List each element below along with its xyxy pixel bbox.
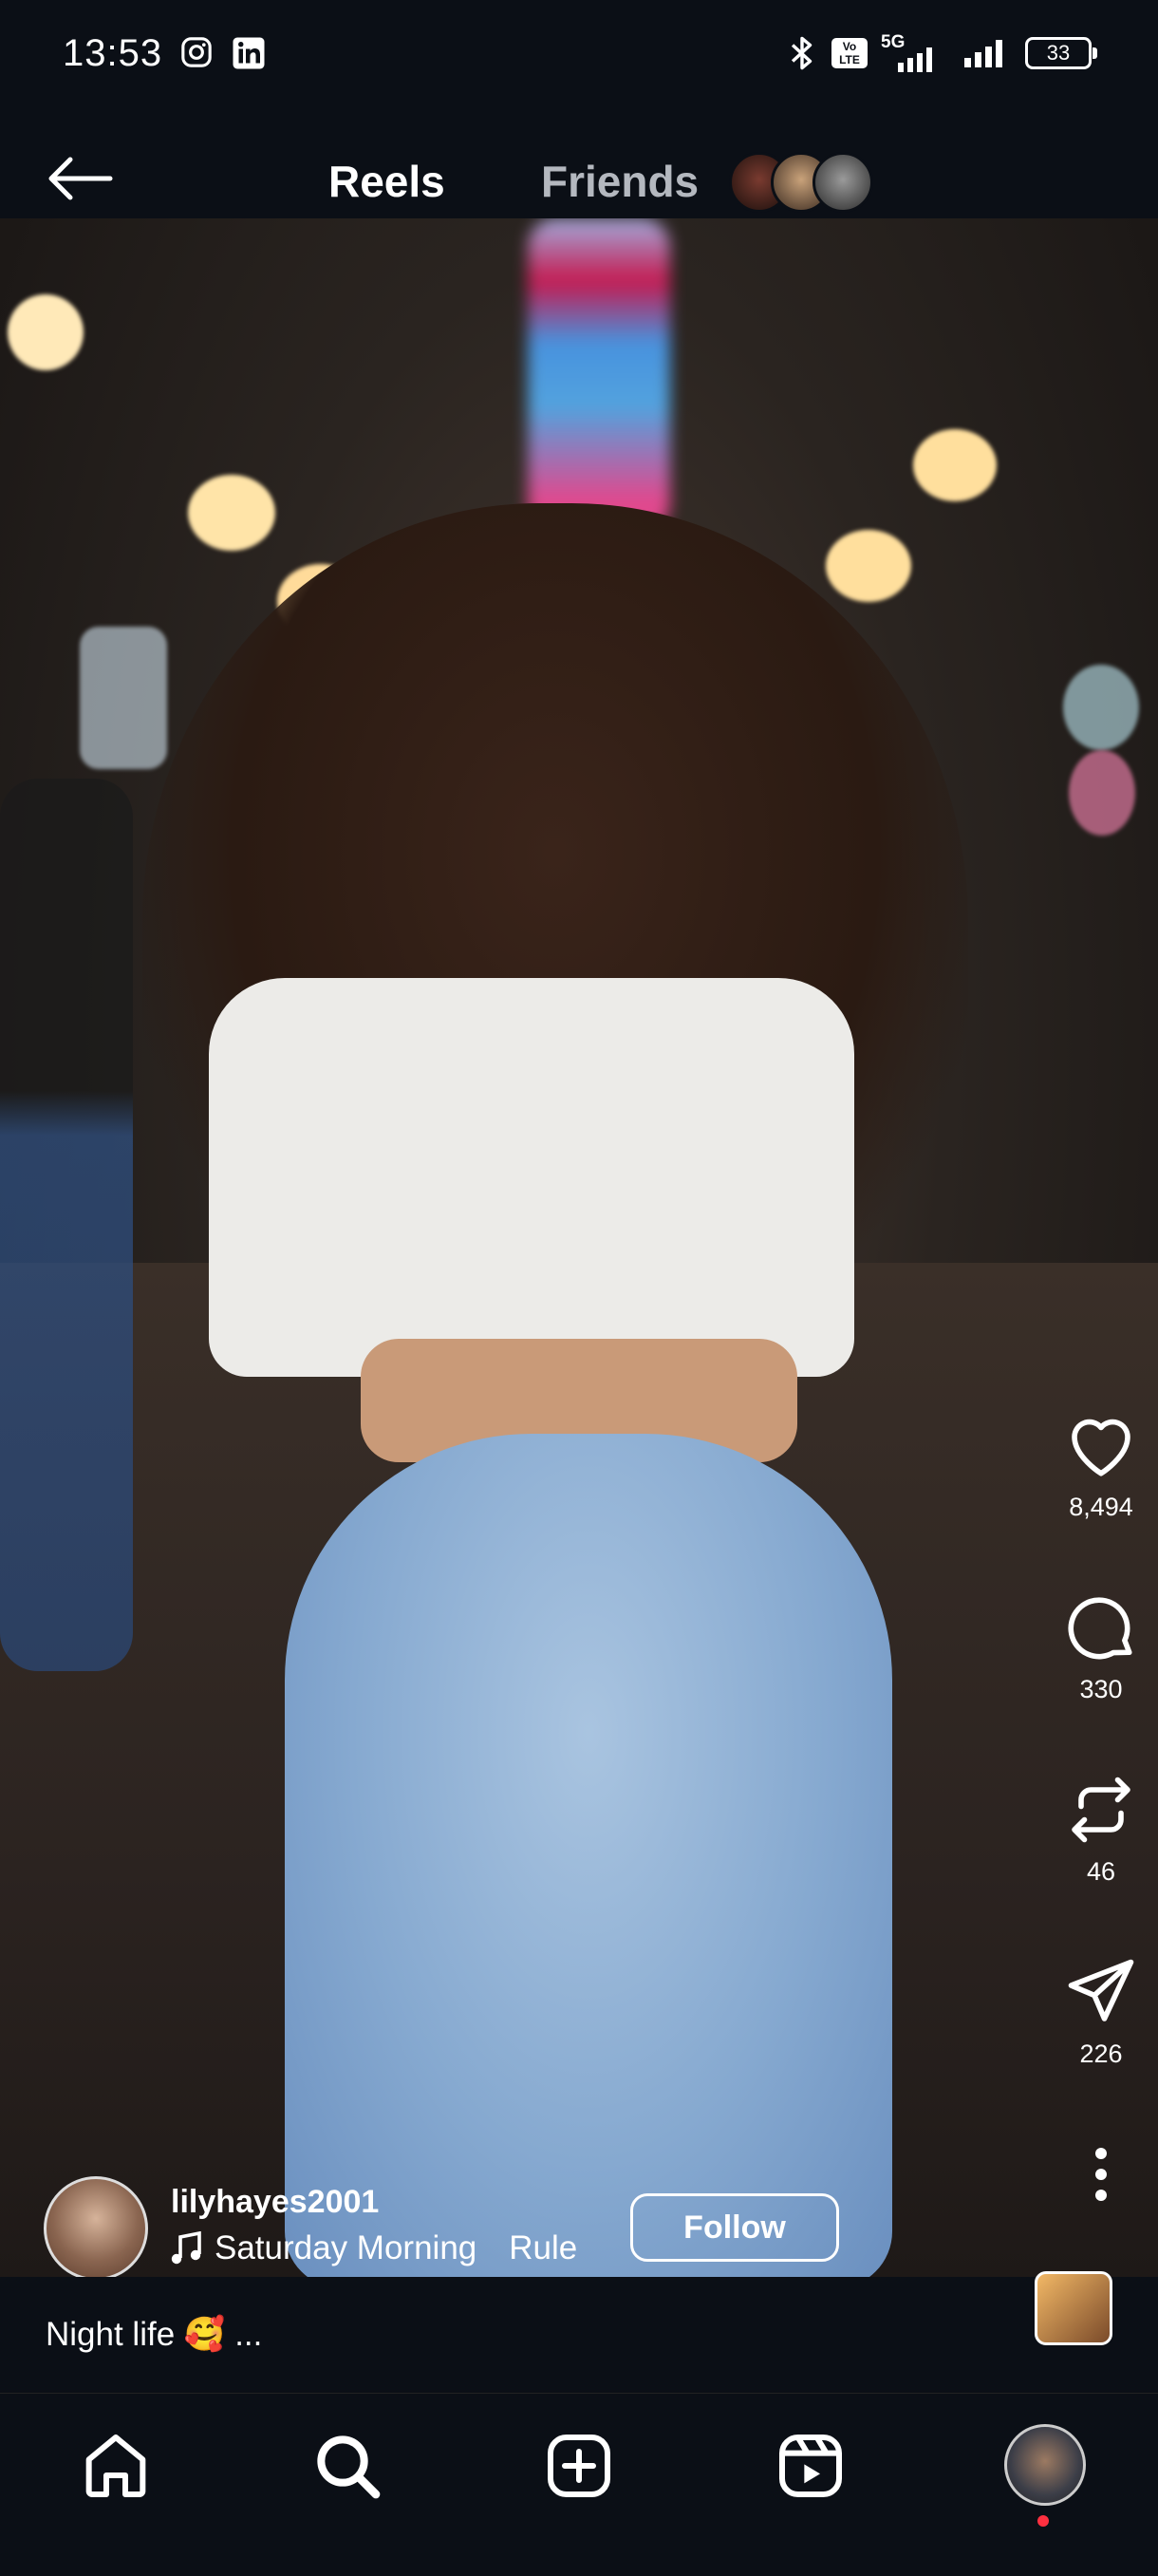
audio-thumbnail[interactable] xyxy=(1035,2271,1112,2345)
subject-shirt xyxy=(209,978,854,1377)
linkedin-icon xyxy=(233,37,265,69)
comment-count: 330 xyxy=(1079,1675,1123,1703)
audio-title-overflow: Rule xyxy=(509,2229,578,2266)
share-action[interactable]: 226 xyxy=(1044,1952,1158,2069)
audio-title: Saturday Morning xyxy=(215,2229,477,2266)
status-time: 13:53 xyxy=(63,32,163,74)
reels-icon[interactable] xyxy=(773,2428,849,2504)
more-dots-icon[interactable] xyxy=(1092,2146,1111,2203)
bluetooth-icon xyxy=(791,36,812,70)
bokeh-light xyxy=(913,429,997,501)
friend-avatars[interactable] xyxy=(729,152,873,213)
profile-avatar[interactable] xyxy=(1004,2424,1086,2506)
search-icon[interactable] xyxy=(309,2428,385,2504)
status-bar: 13:53 Vo LTE 5G 33 xyxy=(0,0,1158,114)
battery-icon: 33 xyxy=(1025,37,1097,69)
send-icon[interactable] xyxy=(1061,1952,1141,2032)
volte-icon: Vo LTE xyxy=(831,38,868,68)
bokeh-light xyxy=(1069,750,1135,836)
nav-create[interactable] xyxy=(541,2428,617,2504)
bokeh-light xyxy=(188,475,275,551)
notification-dot xyxy=(1037,2515,1049,2527)
author-username[interactable]: lilyhayes2001 xyxy=(171,2184,379,2221)
author-avatar[interactable] xyxy=(44,2176,148,2281)
music-note-icon xyxy=(171,2231,201,2265)
reel-caption[interactable]: Night life 🥰 ... xyxy=(46,2315,262,2354)
reel-video[interactable] xyxy=(0,218,1158,2277)
nav-reels[interactable] xyxy=(773,2428,849,2504)
comment-icon[interactable] xyxy=(1061,1588,1141,1667)
friend-avatar xyxy=(812,152,873,213)
subject-jeans xyxy=(285,1434,892,2277)
audio-track[interactable]: Saturday Morning Rule xyxy=(171,2229,664,2267)
like-action[interactable]: 8,494 xyxy=(1044,1405,1158,1522)
repost-count: 46 xyxy=(1086,1857,1116,1886)
repost-icon[interactable] xyxy=(1061,1770,1141,1850)
bokeh-light xyxy=(80,627,167,769)
bokeh-light xyxy=(8,294,84,370)
neon-sign xyxy=(528,218,670,532)
create-icon[interactable] xyxy=(541,2428,617,2504)
comment-action[interactable]: 330 xyxy=(1044,1588,1158,1704)
nav-home[interactable] xyxy=(78,2428,154,2504)
home-icon[interactable] xyxy=(78,2428,154,2504)
repost-action[interactable]: 46 xyxy=(1044,1770,1158,1887)
caption-bar: Night life 🥰 ... xyxy=(0,2271,1158,2393)
follow-button[interactable]: Follow xyxy=(630,2193,839,2262)
signal-5g-icon: 5G xyxy=(881,32,949,72)
nav-search[interactable] xyxy=(309,2428,385,2504)
heart-icon[interactable] xyxy=(1061,1405,1141,1485)
tab-friends[interactable]: Friends xyxy=(541,156,699,207)
bokeh-light xyxy=(1063,665,1139,750)
back-arrow-icon[interactable] xyxy=(44,154,116,203)
status-indicators: Vo LTE 5G 33 xyxy=(786,32,1097,74)
author-row: lilyhayes2001 Saturday Morning Rule Foll… xyxy=(44,2176,1088,2281)
background-pedestrian xyxy=(0,779,133,1671)
like-count: 8,494 xyxy=(1069,1493,1133,1521)
tab-reels[interactable]: Reels xyxy=(328,156,445,207)
share-count: 226 xyxy=(1079,2040,1123,2068)
battery-level: 33 xyxy=(1046,41,1071,65)
reels-header: Reels Friends xyxy=(0,114,1158,218)
bokeh-light xyxy=(826,530,911,602)
instagram-icon xyxy=(181,37,212,67)
signal-icon xyxy=(964,40,1002,67)
bottom-nav xyxy=(0,2393,1158,2576)
